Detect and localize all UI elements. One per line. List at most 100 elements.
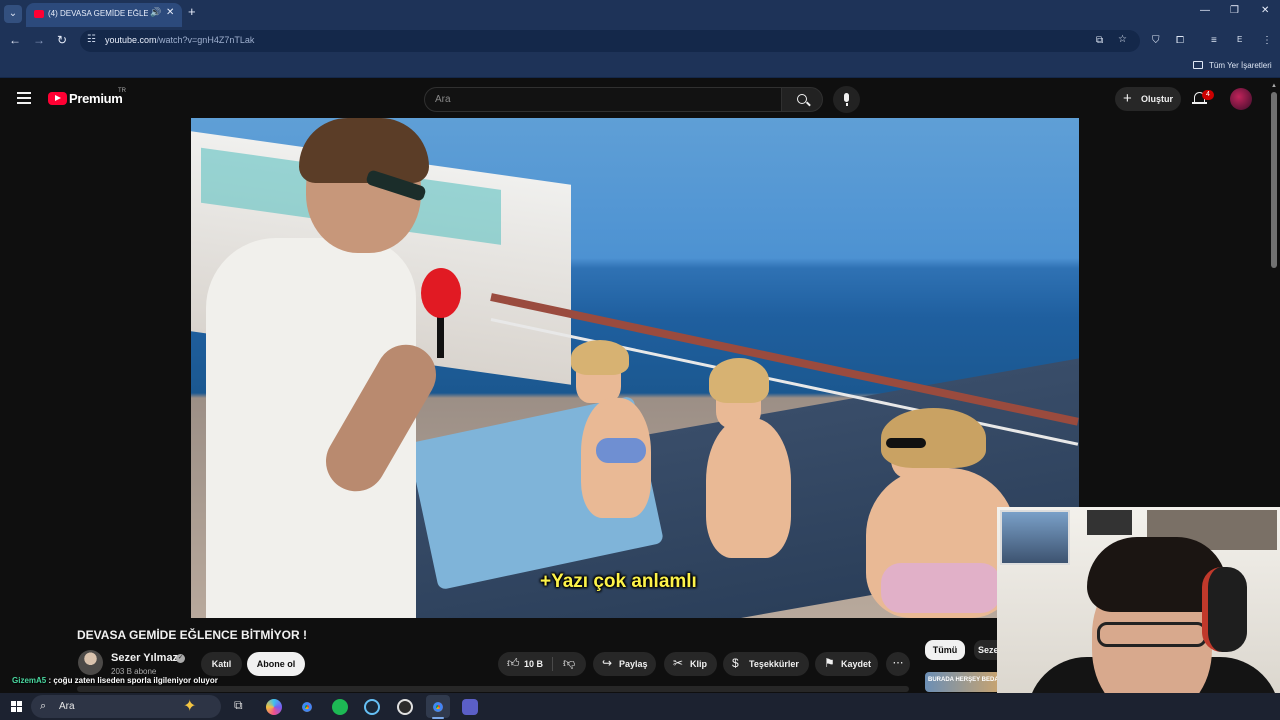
chat-message: GizemA5 : çoğu zaten liseden sporla ilgi… — [12, 676, 218, 685]
youtube-logo-icon[interactable] — [48, 92, 67, 105]
search-button[interactable] — [781, 87, 823, 112]
video-frame-swimsuit — [881, 563, 1001, 613]
clip-button[interactable]: ✂ Klip — [664, 652, 717, 676]
save-button[interactable]: ⚑ Kaydet — [815, 652, 878, 676]
windows-start-icon[interactable] — [11, 701, 22, 712]
like-dislike-group: 👍︎ 10 B 👎︎ — [498, 652, 586, 676]
video-frame-hair — [571, 340, 629, 375]
verified-check-icon: ✓ — [176, 654, 185, 663]
close-window-button[interactable]: ✕ — [1261, 5, 1269, 16]
site-info-icon[interactable]: ☷ — [87, 34, 96, 45]
video-player[interactable]: +Yazı çok anlamlı — [191, 118, 1079, 618]
channel-avatar[interactable] — [78, 650, 103, 675]
browser-menu-icon[interactable]: ⋮ — [1262, 35, 1272, 46]
bookmark-star-icon[interactable]: ☆ — [1118, 34, 1127, 45]
subscriber-count: 203 B abone — [111, 667, 157, 676]
video-subtitle: +Yazı çok anlamlı — [540, 571, 697, 592]
menu-icon[interactable] — [17, 92, 31, 104]
microphone-icon — [844, 93, 849, 106]
spotify-icon[interactable] — [332, 699, 348, 715]
new-tab-button[interactable]: + — [188, 4, 196, 19]
url-host: youtube.com — [105, 35, 157, 45]
thanks-button[interactable]: $ Teşekkürler — [723, 652, 809, 676]
video-frame-mic-handle — [437, 313, 444, 358]
video-frame-swimsuit — [596, 438, 646, 463]
related-video-thumb-text: BURADA HERŞEY BEDAVA — [928, 677, 1007, 683]
youtube-header: Premium TR + Oluştur — [0, 80, 1280, 118]
restore-button[interactable]: ❐ — [1230, 5, 1239, 16]
video-frame-hair — [709, 358, 769, 403]
all-bookmarks-link[interactable]: Tüm Yer İşaretleri — [1209, 61, 1272, 70]
description-box[interactable] — [77, 686, 909, 692]
page-scrollbar[interactable] — [1271, 92, 1277, 268]
share-label: Paylaş — [619, 659, 648, 669]
media-controls-icon[interactable]: ≡ — [1211, 35, 1217, 46]
chip-all[interactable]: Tümü — [925, 640, 965, 660]
webcam-overlay — [997, 507, 1280, 720]
thanks-label: Teşekkürler — [749, 659, 799, 669]
chat-text: çoğu zaten liseden sporla ilgileniyor ol… — [53, 676, 218, 685]
logo-text[interactable]: Premium — [69, 91, 123, 106]
address-bar[interactable]: ☷ youtube.com/watch?v=gnH4Z7nTLak ⧉ ☆ — [80, 30, 1140, 52]
video-title: DEVASA GEMİDE EĞLENCE BİTMİYOR ! — [77, 628, 308, 642]
browser-toolbar: ← → ↻ ☷ youtube.com/watch?v=gnH4Z7nTLak … — [0, 27, 1280, 55]
speaker-icon[interactable]: 🔊 — [150, 7, 161, 18]
create-button[interactable]: + Oluştur — [1115, 87, 1181, 111]
channel-name[interactable]: Sezer Yılmaz — [111, 652, 178, 664]
like-button[interactable]: 👍︎ — [507, 656, 520, 671]
clip-label: Klip — [690, 659, 707, 669]
minimize-button[interactable]: — — [1200, 5, 1210, 16]
extensions-icon[interactable]: ⧠ — [1176, 35, 1184, 46]
search-input[interactable] — [425, 88, 781, 111]
video-frame-microphone — [421, 268, 461, 318]
folder-icon — [1193, 61, 1203, 69]
chrome-profile-icon[interactable] — [430, 699, 446, 715]
copilot-sparkle-icon: ✦ — [183, 698, 197, 715]
scroll-up-arrow-icon[interactable]: ▲ — [1271, 83, 1277, 89]
headset — [1202, 567, 1247, 652]
taskbar-search-label: Ara — [59, 701, 75, 712]
teams-icon[interactable] — [462, 699, 478, 715]
profile-button[interactable]: E — [1237, 35, 1242, 44]
back-button[interactable]: ← — [9, 33, 21, 47]
save-label: Kaydet — [841, 659, 872, 669]
tab-search-button[interactable]: ⌄ — [4, 5, 22, 23]
create-label: Oluştur — [1141, 94, 1174, 104]
video-frame-sunglasses — [886, 438, 926, 448]
steam-icon[interactable] — [364, 699, 380, 715]
share-button[interactable]: ↪ Paylaş — [593, 652, 656, 676]
notification-count-badge: 4 — [1202, 90, 1214, 100]
like-count[interactable]: 10 B — [524, 659, 543, 669]
logo-region: TR — [118, 88, 126, 94]
browser-tab-bar: ⌄ (4) DEVASA GEMİDE EĞLENCE BİTMİYOR ! 🔊… — [0, 0, 1280, 27]
wall-picture — [1000, 510, 1070, 565]
join-button[interactable]: Katıl — [201, 652, 242, 676]
subscribe-button[interactable]: Abone ol — [247, 652, 305, 676]
scissors-icon: ✂ — [673, 656, 684, 670]
account-avatar[interactable] — [1230, 88, 1252, 110]
voice-search-button[interactable] — [833, 86, 860, 113]
video-frame-hair — [299, 118, 429, 183]
taskbar-search[interactable]: ⌕ Ara ✦ — [31, 695, 221, 718]
dislike-button[interactable]: 👎︎ — [563, 656, 575, 671]
youtube-favicon-icon — [34, 10, 44, 18]
task-view-icon[interactable]: ⧉ — [234, 698, 243, 713]
copilot-icon[interactable] — [266, 699, 282, 715]
search-icon — [797, 94, 807, 104]
search-box[interactable] — [424, 87, 782, 112]
bookmark-icon: ⚑ — [824, 656, 835, 670]
more-actions-button[interactable]: ⋯ — [886, 652, 910, 676]
chrome-icon[interactable] — [299, 699, 315, 715]
install-app-icon[interactable]: ⧉ — [1096, 35, 1103, 46]
related-video-thumbnail[interactable]: BURADA HERŞEY BEDAVA — [925, 672, 1006, 692]
wall-decoration — [1087, 510, 1132, 535]
forward-button[interactable]: → — [33, 33, 45, 47]
thanks-icon: $ — [732, 656, 739, 670]
address-url[interactable]: youtube.com/watch?v=gnH4Z7nTLak — [105, 35, 254, 45]
browser-tab[interactable]: (4) DEVASA GEMİDE EĞLENCE BİTMİYOR ! 🔊 ✕ — [26, 3, 182, 27]
close-tab-icon[interactable]: ✕ — [166, 7, 174, 18]
shield-extension-icon[interactable]: ⛉ — [1152, 35, 1160, 46]
search-icon: ⌕ — [40, 700, 47, 712]
reload-button[interactable]: ↻ — [57, 33, 67, 47]
obs-icon[interactable] — [397, 699, 413, 715]
